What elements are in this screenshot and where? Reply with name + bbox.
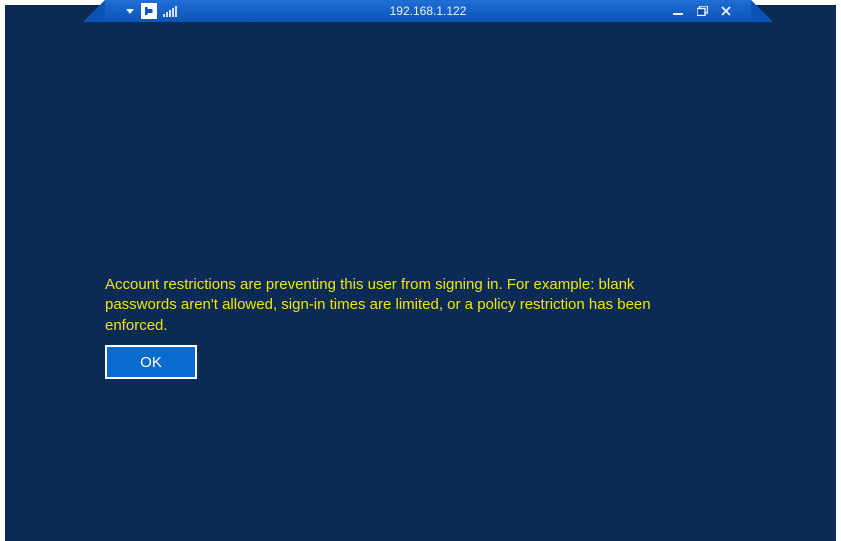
restore-icon[interactable] — [695, 4, 709, 18]
connection-title: 192.168.1.122 — [105, 4, 751, 18]
ok-button[interactable]: OK — [105, 345, 197, 379]
rdp-window: Account restrictions are preventing this… — [0, 0, 841, 541]
connection-bar[interactable]: 192.168.1.122 — [105, 0, 751, 22]
connection-bar-right — [671, 4, 751, 18]
connection-bar-left — [105, 3, 177, 19]
login-error-message: Account restrictions are preventing this… — [105, 275, 696, 336]
client-area: Account restrictions are preventing this… — [5, 5, 836, 541]
minimize-icon[interactable] — [671, 4, 685, 18]
ok-button-label: OK — [140, 354, 162, 371]
pin-icon[interactable] — [141, 3, 157, 19]
close-icon[interactable] — [719, 4, 733, 18]
signal-icon[interactable] — [163, 5, 177, 17]
chevron-down-icon[interactable] — [125, 6, 135, 16]
